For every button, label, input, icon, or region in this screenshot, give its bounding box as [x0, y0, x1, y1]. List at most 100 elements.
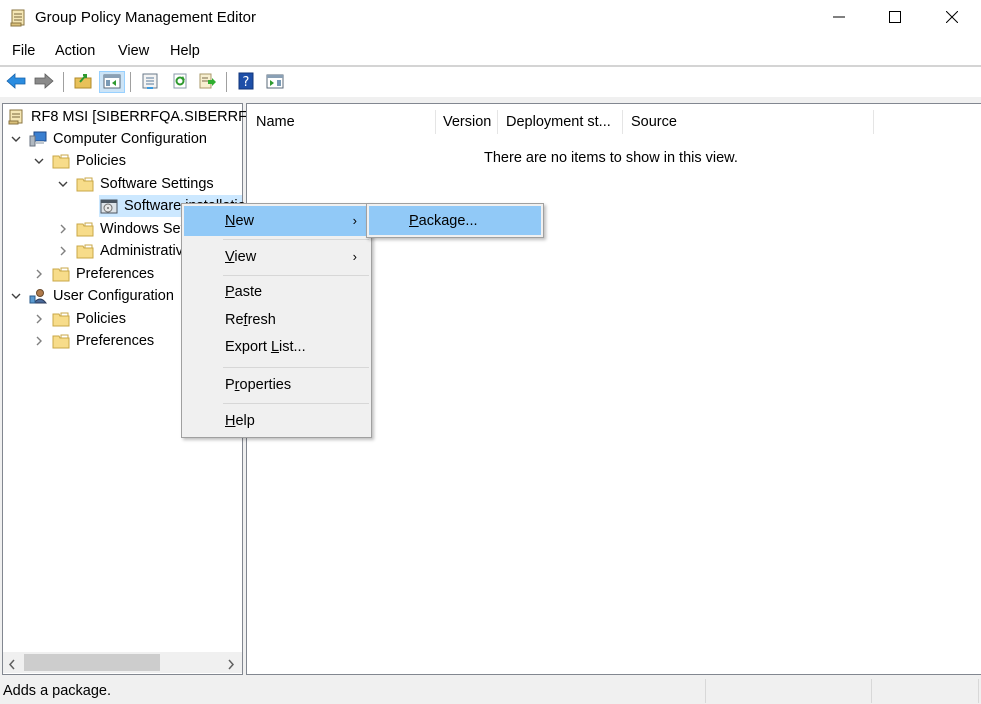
- chevron-down-icon[interactable]: [9, 132, 23, 146]
- help-icon: ?: [237, 72, 255, 93]
- mnemonic: V: [225, 249, 235, 265]
- console-tree-icon: [103, 73, 121, 92]
- tree-root[interactable]: RF8 MSI [SIBERRFQA.SIBERRFQA: [7, 106, 268, 128]
- context-menu-export-list[interactable]: Export List...: [184, 333, 369, 361]
- mnemonic: H: [225, 413, 236, 429]
- menu-item-label: Properties: [225, 377, 291, 393]
- tree-horizontal-scrollbar[interactable]: [3, 652, 242, 673]
- tree-item-policies[interactable]: Policies: [32, 150, 126, 172]
- scrollbar-thumb[interactable]: [24, 654, 160, 671]
- tree-item-label: Software Settings: [100, 176, 214, 192]
- export-list-button[interactable]: [139, 71, 161, 93]
- maximize-button[interactable]: [867, 0, 923, 36]
- refresh-icon: [171, 73, 189, 92]
- scroll-right-icon[interactable]: [227, 657, 235, 673]
- column-label: Source: [631, 114, 677, 130]
- menu-item-label: Package...: [409, 213, 478, 229]
- close-button[interactable]: [924, 0, 980, 36]
- show-action-pane-button[interactable]: [264, 71, 286, 93]
- label-rest: ist...: [279, 339, 306, 355]
- column-header-version[interactable]: Version: [436, 110, 498, 134]
- forward-arrow-icon: [34, 72, 54, 92]
- minimize-button[interactable]: [811, 0, 867, 36]
- context-menu-paste[interactable]: Paste: [184, 278, 369, 306]
- chevron-right-icon[interactable]: [56, 222, 70, 236]
- forward-button[interactable]: [33, 71, 55, 93]
- status-text: Adds a package.: [3, 683, 112, 699]
- mnemonic: L: [270, 339, 280, 355]
- label-rest: iew: [234, 249, 257, 265]
- refresh-button[interactable]: [169, 71, 191, 93]
- folder-icon: [76, 176, 94, 192]
- context-menu-view[interactable]: View ›: [184, 242, 369, 272]
- folder-icon: [52, 311, 70, 327]
- toolbar-separator: [63, 72, 64, 92]
- label-rest: resh: [247, 311, 276, 328]
- label-rest: elp: [235, 413, 255, 429]
- tree-item-user-policies[interactable]: Policies: [32, 308, 126, 330]
- context-menu: New › View › Paste Refresh Export List..…: [181, 203, 372, 438]
- tree-item-label: Preferences: [76, 266, 155, 282]
- policy-scroll-icon: [7, 109, 25, 125]
- back-button[interactable]: [5, 71, 27, 93]
- menu-file[interactable]: File: [12, 43, 35, 59]
- back-arrow-icon: [6, 72, 26, 92]
- menu-item-label: Refresh: [225, 312, 276, 328]
- show-hide-console-tree-button[interactable]: [99, 71, 125, 93]
- submenu-package[interactable]: Package...: [369, 206, 541, 235]
- scroll-left-icon[interactable]: [8, 657, 16, 673]
- computer-icon: [29, 131, 47, 147]
- menu-item-label: Export List...: [225, 339, 306, 355]
- label-pre: Re: [225, 311, 244, 328]
- tree-item-label: Preferences: [76, 333, 155, 349]
- status-bar: Adds a package.: [0, 677, 981, 704]
- tree-item-label: User Configuration: [53, 288, 174, 304]
- label-rest: operties: [239, 377, 292, 393]
- tree-item-computer-configuration[interactable]: Computer Configuration: [9, 128, 207, 150]
- toolbar-separator: [130, 72, 131, 92]
- menu-action[interactable]: Action: [55, 43, 95, 59]
- tree-item-user-configuration[interactable]: User Configuration: [9, 285, 174, 307]
- label-pre: P: [225, 377, 235, 393]
- help-button[interactable]: ?: [235, 71, 257, 93]
- menu-help[interactable]: Help: [170, 43, 200, 59]
- folder-icon: [76, 243, 94, 259]
- chevron-down-icon[interactable]: [9, 289, 23, 303]
- action-pane-icon: [266, 73, 284, 92]
- label-rest: ew: [235, 213, 255, 229]
- svg-text:?: ?: [243, 75, 250, 90]
- up-one-level-button[interactable]: [72, 71, 94, 93]
- column-header-name[interactable]: Name: [248, 110, 436, 134]
- tree-item-user-preferences[interactable]: Preferences: [32, 330, 154, 352]
- context-menu-new[interactable]: New ›: [184, 206, 369, 236]
- tree-item-preferences[interactable]: Preferences: [32, 263, 154, 285]
- close-icon: [945, 10, 959, 26]
- maximize-icon: [889, 10, 901, 26]
- toolbar: ?: [0, 67, 981, 97]
- tree-item-label: Policies: [76, 311, 126, 327]
- toolbar-separator: [226, 72, 227, 92]
- menu-separator: [223, 403, 369, 404]
- column-header-deployment-state[interactable]: Deployment st...: [498, 110, 623, 134]
- empty-list-message: There are no items to show in this view.: [484, 150, 738, 166]
- context-menu-properties[interactable]: Properties: [184, 370, 369, 400]
- chevron-down-icon[interactable]: [32, 154, 46, 168]
- export-button[interactable]: [196, 71, 218, 93]
- status-divider: [705, 679, 706, 703]
- column-label: Name: [256, 114, 295, 130]
- menu-view[interactable]: View: [118, 43, 149, 59]
- context-menu-refresh[interactable]: Refresh: [184, 306, 369, 333]
- chevron-down-icon[interactable]: [56, 177, 70, 191]
- chevron-right-icon[interactable]: [32, 312, 46, 326]
- label-pre: Export: [225, 339, 271, 355]
- context-menu-help[interactable]: Help: [184, 406, 369, 436]
- tree-item-software-settings[interactable]: Software Settings: [56, 173, 214, 195]
- column-header-source[interactable]: Source: [623, 110, 874, 134]
- minimize-icon: [833, 10, 845, 26]
- folder-icon: [52, 333, 70, 349]
- chevron-right-icon[interactable]: [32, 334, 46, 348]
- label-rest: aste: [234, 284, 263, 300]
- chevron-right-icon[interactable]: [32, 267, 46, 281]
- chevron-right-icon[interactable]: [56, 244, 70, 258]
- mnemonic: P: [225, 284, 235, 300]
